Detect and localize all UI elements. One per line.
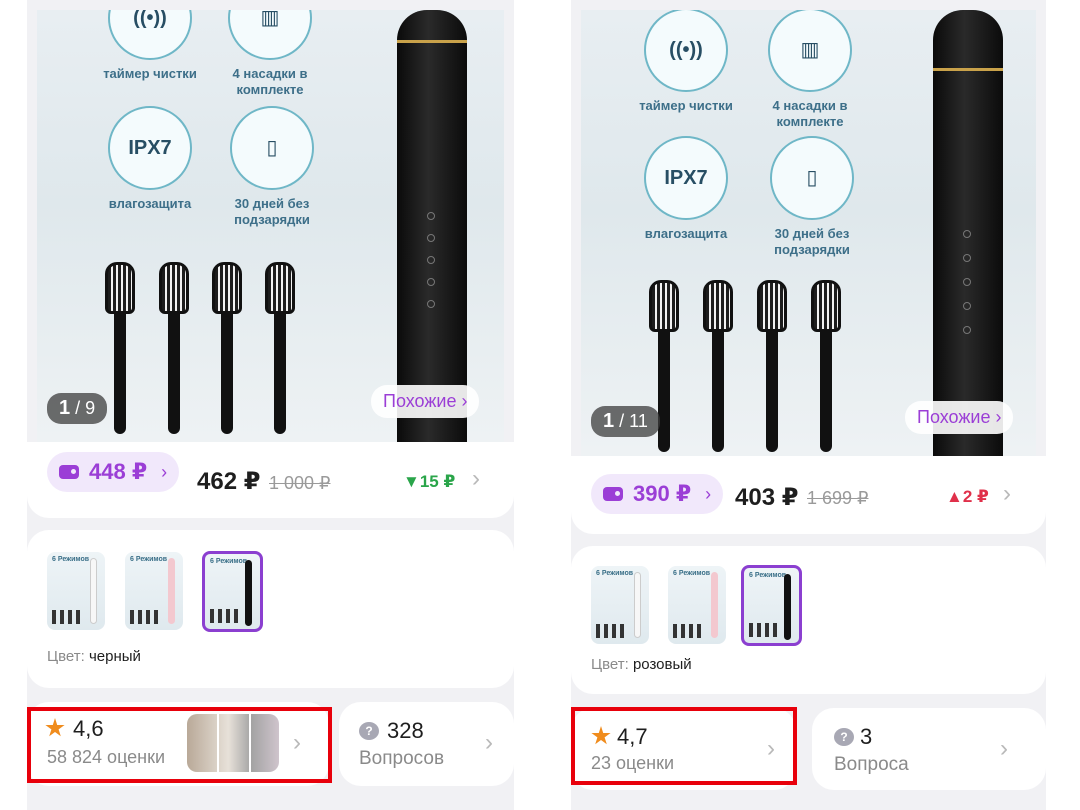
image-counter: 1 / 11 (591, 406, 660, 437)
wifi-signal-icon: ((•)) (108, 10, 192, 60)
feature-label: влагозащита (108, 196, 192, 211)
wallet-price-button[interactable]: 390 ₽ › (591, 474, 724, 514)
questions-label: Вопросов (359, 748, 445, 769)
highlight-box (27, 707, 332, 783)
brush-head-image (105, 262, 135, 434)
feature-waterproof: IPX7 влагозащита (631, 136, 741, 242)
chevron-right-icon: › (161, 461, 168, 482)
brush-head-image (159, 262, 189, 434)
brush-head-image (811, 280, 841, 452)
old-price: 1 000 ₽ (269, 473, 331, 493)
brush-heads-icon: ▥ (768, 10, 852, 92)
questions-button[interactable]: ? 3 Вопроса › (812, 708, 1046, 790)
feature-label: 30 дней без подзарядки (234, 196, 310, 227)
question-bubble-icon: ? (359, 722, 379, 740)
color-selector: 6 Режимов 6 Режимов 6 Режимов Цвет: черн… (27, 530, 514, 688)
color-value: розовый (632, 656, 692, 673)
thumb-title: 6 Режимов (749, 572, 787, 579)
color-key: Цвет: (591, 656, 629, 673)
feature-timer: ((•)) таймер чистки (631, 10, 741, 114)
price-change: ▲2 ₽ (946, 487, 989, 506)
color-option-pink[interactable]: 6 Режимов (125, 552, 183, 630)
chevron-right-icon: › (705, 483, 712, 504)
battery-icon: ▯ (770, 136, 854, 220)
color-option-pink[interactable]: 6 Режимов (668, 566, 726, 644)
price-change: ▼15 ₽ (403, 472, 456, 491)
wallet-price: 390 ₽ (633, 481, 692, 506)
brush-head-image (212, 262, 242, 434)
feature-label: таймер чистки (639, 98, 733, 113)
questions-count: 328 (387, 718, 424, 743)
color-option-white[interactable]: 6 Режимов (47, 552, 105, 630)
toothbrush-handle-image (397, 10, 467, 442)
price-block: 448 ₽ › 462 ₽ 1 000 ₽ ▼15 ₽ › (27, 442, 514, 518)
feature-label: 4 насадки в комплекте (232, 66, 308, 97)
wallet-icon (59, 465, 79, 479)
thumb-title: 6 Режимов (52, 556, 90, 563)
feature-heads: ▥ 4 насадки в комплекте (215, 10, 325, 98)
questions-button[interactable]: ? 328 Вопросов › (339, 702, 514, 786)
color-key: Цвет: (47, 648, 85, 665)
wifi-signal-icon: ((•)) (644, 10, 728, 92)
thumb-title: 6 Режимов (210, 558, 248, 565)
wallet-icon (603, 487, 623, 501)
chevron-right-icon[interactable]: › (472, 465, 480, 493)
old-price: 1 699 ₽ (807, 488, 869, 508)
chevron-right-icon: › (485, 729, 493, 756)
chevron-right-icon: › (1000, 735, 1008, 762)
product-card-left: ((•)) таймер чистки ▥ 4 насадки в компле… (27, 0, 514, 810)
wallet-price-button[interactable]: 448 ₽ › (47, 452, 180, 492)
questions-label: Вопроса (834, 754, 909, 775)
thumb-title: 6 Режимов (596, 570, 634, 577)
similar-button[interactable]: Похожие › (905, 401, 1014, 434)
color-selector: 6 Режимов 6 Режимов 6 Режимов Цвет: розо… (571, 546, 1046, 694)
image-counter: 1 / 9 (47, 393, 108, 424)
brush-heads-icon: ▥ (228, 10, 312, 60)
current-price: 403 ₽ (735, 484, 799, 511)
selected-color: Цвет: розовый (591, 656, 692, 673)
feature-label: влагозащита (644, 226, 728, 241)
brush-head-image (265, 262, 295, 434)
feature-battery: ▯ 30 дней без подзарядки (747, 136, 877, 258)
feature-battery: ▯ 30 дней без подзарядки (207, 106, 337, 228)
feature-label: 30 дней без подзарядки (774, 226, 850, 257)
product-image-gallery[interactable]: ((•)) таймер чистки ▥ 4 насадки в компле… (581, 10, 1036, 456)
water-drop-icon: IPX7 (108, 106, 192, 190)
feature-heads: ▥ 4 насадки в комплекте (755, 10, 865, 130)
color-option-white[interactable]: 6 Режимов (591, 566, 649, 644)
similar-button[interactable]: Похожие › (371, 385, 480, 418)
thumb-title: 6 Режимов (673, 570, 711, 577)
thumb-title: 6 Режимов (130, 556, 168, 563)
question-bubble-icon: ? (834, 728, 854, 746)
selected-color: Цвет: черный (47, 648, 141, 665)
highlight-box (571, 707, 797, 785)
water-drop-icon: IPX7 (644, 136, 728, 220)
brush-head-image (757, 280, 787, 452)
current-price: 462 ₽ (197, 468, 261, 495)
wallet-price: 448 ₽ (89, 459, 148, 484)
brush-head-image (703, 280, 733, 452)
toothbrush-handle-image (933, 10, 1003, 456)
feature-waterproof: IPX7 влагозащита (95, 106, 205, 212)
color-value: черный (88, 648, 141, 665)
chevron-right-icon[interactable]: › (1003, 480, 1011, 508)
product-image-gallery[interactable]: ((•)) таймер чистки ▥ 4 насадки в компле… (37, 10, 504, 442)
color-option-black[interactable]: 6 Режимов (202, 551, 263, 632)
feature-timer: ((•)) таймер чистки (95, 10, 205, 82)
price-block: 390 ₽ › 403 ₽ 1 699 ₽ ▲2 ₽ › (571, 456, 1046, 534)
questions-count: 3 (860, 724, 873, 749)
feature-label: 4 насадки в комплекте (772, 98, 848, 129)
color-option-black[interactable]: 6 Режимов (741, 565, 802, 646)
feature-label: таймер чистки (103, 66, 197, 81)
battery-icon: ▯ (230, 106, 314, 190)
product-card-right: ((•)) таймер чистки ▥ 4 насадки в компле… (571, 0, 1046, 810)
